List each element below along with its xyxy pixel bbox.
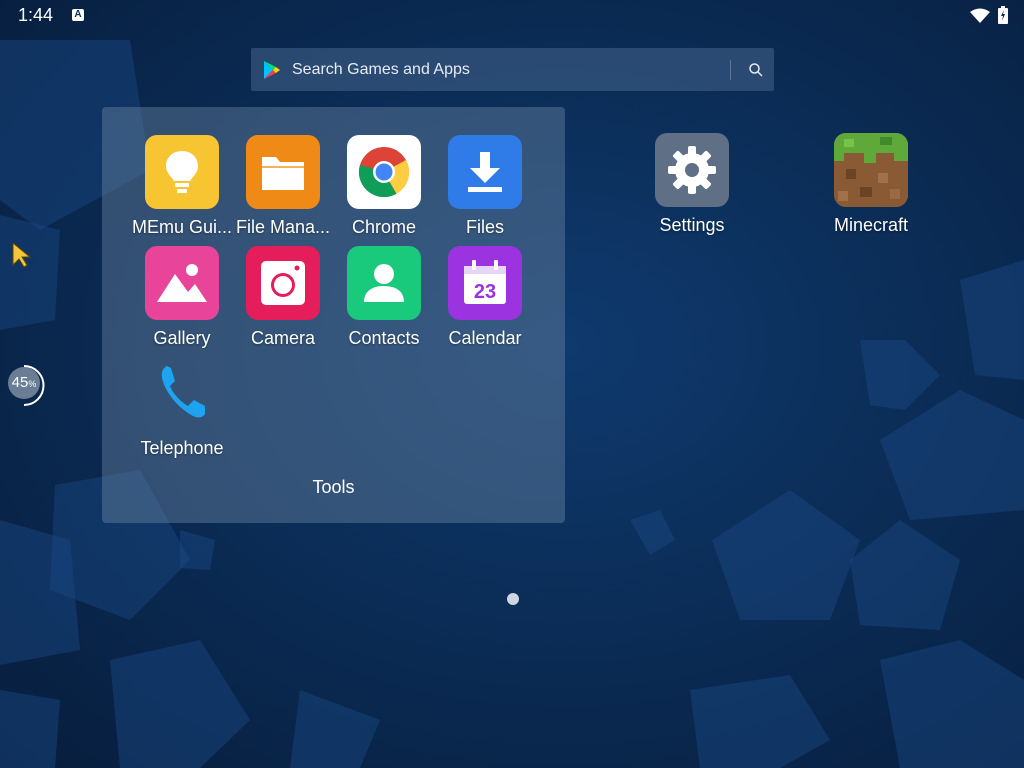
calendar-icon: 23 — [448, 246, 522, 320]
search-input[interactable]: Search Games and Apps — [292, 61, 470, 79]
app-memu-guide[interactable]: MEmu Gui... — [132, 135, 232, 238]
app-minecraft[interactable]: Minecraft — [816, 133, 926, 236]
notification-a-icon: A — [72, 9, 84, 21]
app-label: Telephone — [140, 438, 224, 458]
lightbulb-icon — [145, 135, 219, 209]
wifi-icon — [970, 8, 990, 23]
gear-icon — [655, 133, 729, 207]
app-settings[interactable]: Settings — [637, 133, 747, 236]
minecraft-icon — [834, 133, 908, 207]
app-label: Files — [465, 217, 504, 237]
app-file-manager[interactable]: File Mana... — [233, 135, 333, 238]
calendar-day: 23 — [474, 281, 496, 303]
gallery-icon — [145, 246, 219, 320]
search-bar[interactable]: Search Games and Apps — [251, 48, 774, 91]
mouse-cursor-icon — [12, 241, 32, 268]
app-label: Gallery — [153, 328, 211, 348]
progress-number: 45 — [11, 374, 29, 391]
page-indicator-dot[interactable] — [507, 593, 519, 605]
app-label: Chrome — [351, 217, 417, 237]
progress-unit: % — [28, 379, 37, 389]
app-label: Minecraft — [833, 215, 909, 235]
app-label: File Mana... — [235, 217, 331, 237]
app-files[interactable]: Files — [435, 135, 535, 238]
status-time: 1:44 — [18, 5, 54, 25]
app-label: Settings — [659, 215, 725, 235]
download-icon — [448, 135, 522, 209]
app-label: MEmu Gui... — [132, 217, 232, 237]
app-chrome[interactable]: Chrome — [334, 135, 434, 238]
folder-name[interactable]: Tools — [102, 477, 565, 498]
app-contacts[interactable]: Contacts — [334, 246, 434, 349]
chrome-icon — [347, 135, 421, 209]
progress-value: 45% — [6, 365, 42, 401]
status-bar: 1:44 A — [0, 0, 1024, 32]
search-divider — [730, 60, 731, 80]
app-label: Calendar — [448, 328, 522, 348]
app-label: Camera — [250, 328, 316, 348]
contacts-icon — [347, 246, 421, 320]
search-icon[interactable] — [748, 62, 764, 78]
phone-icon — [145, 356, 219, 430]
app-telephone[interactable]: Telephone — [132, 356, 232, 459]
app-label: Contacts — [348, 328, 420, 348]
google-play-icon — [264, 61, 280, 79]
app-calendar[interactable]: 23 Calendar — [435, 246, 535, 349]
app-gallery[interactable]: Gallery — [132, 246, 232, 349]
app-camera[interactable]: Camera — [233, 246, 333, 349]
camera-icon — [246, 246, 320, 320]
tools-folder: MEmu Gui... File Mana... Chrome Files Ga… — [102, 107, 565, 523]
battery-icon — [998, 6, 1008, 24]
folder-icon — [246, 135, 320, 209]
